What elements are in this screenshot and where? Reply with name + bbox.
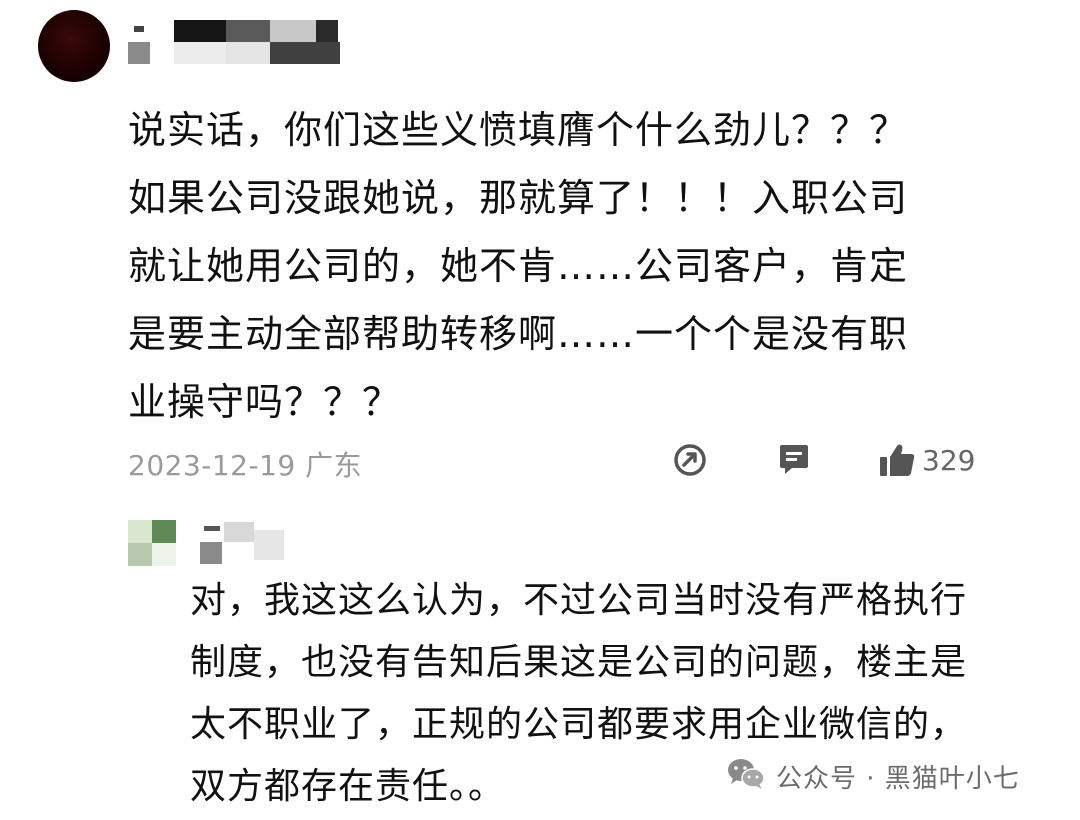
comment-date-location: 2023-12-19 广东	[128, 449, 363, 482]
watermark: 公众号 · 黑猫叶小七	[726, 756, 1020, 796]
wechat-icon	[726, 757, 766, 795]
reply-name-redacted[interactable]	[190, 520, 300, 564]
like-thumb-icon[interactable]	[878, 442, 916, 482]
share-icon[interactable]	[672, 442, 708, 482]
reply-avatar[interactable]	[128, 520, 176, 566]
like-count: 329	[922, 444, 976, 477]
commenter-name-redacted[interactable]	[128, 20, 358, 66]
comment-text: 说实话，你们这些义愤填膺个什么劲儿？？？ 如果公司没跟她说，那就算了！！！入职公…	[128, 108, 909, 424]
watermark-text: 公众号 · 黑猫叶小七	[776, 763, 1020, 794]
comment-meta-row: 2023-12-19 广东 329	[128, 438, 988, 488]
reply-comment-icon[interactable]	[776, 442, 812, 482]
commenter-avatar[interactable]	[38, 10, 110, 82]
